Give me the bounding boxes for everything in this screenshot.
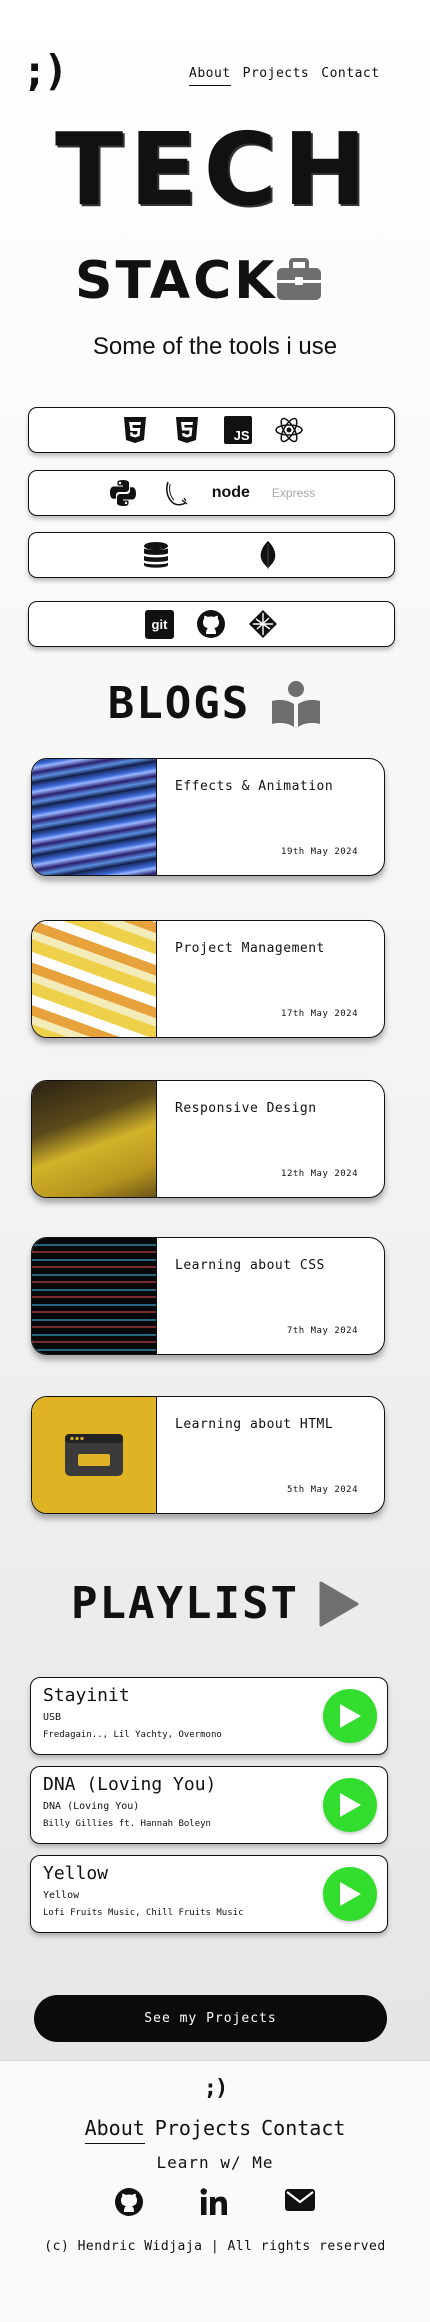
tools-row-backend: node Express: [28, 470, 395, 516]
flask-icon: [165, 481, 188, 506]
express-icon: Express: [271, 486, 316, 500]
nodejs-label: node: [211, 484, 250, 501]
blog-card[interactable]: Learning about CSS 7th May 2024: [31, 1237, 385, 1355]
blog-date: 19th May 2024: [281, 847, 358, 857]
blog-card[interactable]: Project Management 17th May 2024: [31, 920, 385, 1038]
github-icon[interactable]: [114, 2187, 144, 2217]
javascript-label: JS: [233, 428, 250, 443]
footer-nav-projects[interactable]: Projects: [155, 2116, 251, 2144]
track-artists: Billy Gillies ft. Hannah Boleyn: [43, 1819, 211, 1829]
tools-row-vcs: git: [28, 601, 395, 647]
blog-date: 7th May 2024: [286, 1326, 358, 1336]
site-logo[interactable]: ;): [22, 50, 69, 92]
linkedin-icon[interactable]: [199, 2187, 229, 2217]
play-icon: [340, 1704, 361, 1728]
blog-date: 12th May 2024: [281, 1169, 358, 1179]
play-triangle-icon: [319, 1581, 359, 1626]
footer-logo[interactable]: ;): [0, 2076, 430, 2101]
footer-nav-contact[interactable]: Contact: [261, 2116, 345, 2144]
track-card[interactable]: DNA (Loving You) DNA (Loving You) Billy …: [30, 1766, 388, 1844]
copyright: (c) Hendric Widjaja | All rights reserve…: [44, 2239, 386, 2254]
tagline: Some of the tools i use: [92, 333, 338, 360]
git-icon: git: [145, 609, 174, 639]
track-title: Stayinit: [43, 1685, 130, 1706]
browser-window-icon: [65, 1434, 123, 1476]
blog-title[interactable]: Responsive Design: [175, 1101, 317, 1116]
play-icon: [340, 1793, 361, 1817]
footer: ;) About Projects Contact Learn w/ Me (c…: [0, 2060, 430, 2322]
blog-title[interactable]: Learning about HTML: [175, 1417, 333, 1432]
blog-thumbnail-css: [32, 1238, 157, 1354]
javascript-icon: JS: [223, 416, 252, 444]
see-projects-button[interactable]: See my Projects: [34, 1995, 387, 2042]
blog-thumbnail-responsive: [32, 1081, 157, 1197]
git-label: git: [151, 616, 168, 632]
track-card[interactable]: Stayinit USB Fredagain.., Lil Yachty, Ov…: [30, 1677, 388, 1755]
track-artists: Fredagain.., Lil Yachty, Overmono: [43, 1730, 222, 1740]
blogs-title: BLOGS: [107, 678, 251, 729]
briefcase-icon: [277, 258, 321, 300]
page-title: TECH: [55, 111, 373, 228]
playlist-heading: PLAYLIST: [0, 1578, 430, 1629]
netlify-icon: [249, 610, 277, 638]
nav-contact[interactable]: Contact: [321, 66, 379, 86]
html5-icon: [123, 417, 146, 443]
track-album: Yellow: [43, 1890, 80, 1901]
github-icon: [197, 610, 225, 638]
social-links: [0, 2187, 430, 2217]
blog-date: 5th May 2024: [286, 1485, 358, 1495]
python-icon: [109, 480, 136, 506]
play-button[interactable]: [323, 1689, 377, 1743]
mongodb-icon: [260, 541, 275, 569]
track-title: Yellow: [43, 1863, 109, 1884]
track-album: USB: [43, 1712, 62, 1723]
footer-nav: About Projects Contact: [0, 2116, 430, 2144]
blog-date: 17th May 2024: [281, 1009, 358, 1019]
nav-projects[interactable]: Projects: [243, 66, 310, 86]
book-open-icon: [272, 680, 321, 727]
blog-thumbnail-project: [32, 921, 157, 1037]
blog-card[interactable]: Responsive Design 12th May 2024: [31, 1080, 385, 1198]
blog-title[interactable]: Learning about CSS: [175, 1258, 325, 1273]
database-icon: [143, 542, 168, 568]
blogs-heading: BLOGS: [0, 678, 430, 729]
page-subtitle: STACK: [75, 251, 278, 311]
blog-card[interactable]: Learning about HTML 5th May 2024: [31, 1396, 385, 1514]
play-button[interactable]: [323, 1867, 377, 1921]
track-title: DNA (Loving You): [43, 1774, 217, 1795]
blog-thumbnail-animation: [32, 759, 157, 875]
react-icon: [274, 417, 303, 443]
nodejs-icon: node: [212, 484, 250, 502]
tools-row-web: JS: [28, 407, 395, 453]
play-button[interactable]: [323, 1778, 377, 1832]
track-artists: Lofi Fruits Music, Chill Fruits Music: [43, 1908, 244, 1918]
css3-icon: [175, 417, 198, 443]
blog-title[interactable]: Effects & Animation: [175, 779, 333, 794]
track-album: DNA (Loving You): [43, 1801, 140, 1812]
page: ;) About Projects Contact TECH STACK Som…: [0, 0, 430, 2322]
blog-title[interactable]: Project Management: [175, 941, 325, 956]
play-icon: [340, 1882, 361, 1906]
playlist-title: PLAYLIST: [71, 1578, 299, 1629]
main-nav: About Projects Contact: [189, 66, 380, 86]
track-card[interactable]: Yellow Yellow Lofi Fruits Music, Chill F…: [30, 1855, 388, 1933]
footer-nav-about[interactable]: About: [84, 2116, 145, 2144]
learn-with-me-label: Learn w/ Me: [156, 2153, 274, 2172]
tools-row-database: [28, 532, 395, 578]
blog-thumbnail-html: [32, 1397, 157, 1513]
mail-icon[interactable]: [284, 2187, 316, 2213]
nav-about[interactable]: About: [189, 66, 231, 86]
blog-card[interactable]: Effects & Animation 19th May 2024: [31, 758, 385, 876]
